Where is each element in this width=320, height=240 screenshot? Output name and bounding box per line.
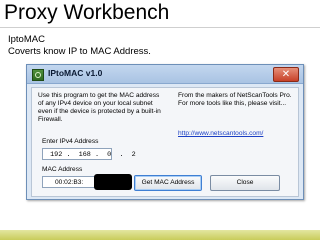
- dialog-body: Use this program to get the MAC address …: [31, 87, 299, 197]
- slide-title: Proxy Workbench: [4, 1, 170, 24]
- close-icon[interactable]: ✕: [273, 67, 299, 82]
- redaction-mark: [94, 174, 132, 190]
- ip-address-input[interactable]: 192 . 168 . 0 . 2: [42, 148, 136, 160]
- footer-band: [0, 230, 320, 240]
- vendor-link[interactable]: http://www.netscantools.com/: [178, 130, 263, 137]
- subtitle-line-desc: Coverts know IP to MAC Address.: [8, 46, 151, 57]
- slide-subtitle: IptoMAC Coverts know IP to MAC Address.: [8, 34, 151, 58]
- close-button[interactable]: Close: [210, 175, 280, 191]
- dialog-title: IPtoMAC v1.0: [48, 68, 103, 78]
- dialog-titlebar[interactable]: IPtoMAC v1.0 ✕: [27, 65, 303, 84]
- program-description: Use this program to get the MAC address …: [38, 92, 161, 123]
- get-mac-address-button[interactable]: Get MAC Address: [134, 175, 202, 191]
- title-divider: [0, 27, 320, 28]
- vendor-note: From the makers of NetScanTools Pro. For…: [178, 92, 292, 107]
- ip-address-label: Enter IPv4 Address: [42, 138, 99, 145]
- iptomac-dialog: IPtoMAC v1.0 ✕ Use this program to get t…: [26, 64, 304, 200]
- network-app-icon: [32, 69, 44, 81]
- subtitle-line-app: IptoMAC: [8, 34, 45, 45]
- mac-address-label: MAC Address: [42, 166, 83, 173]
